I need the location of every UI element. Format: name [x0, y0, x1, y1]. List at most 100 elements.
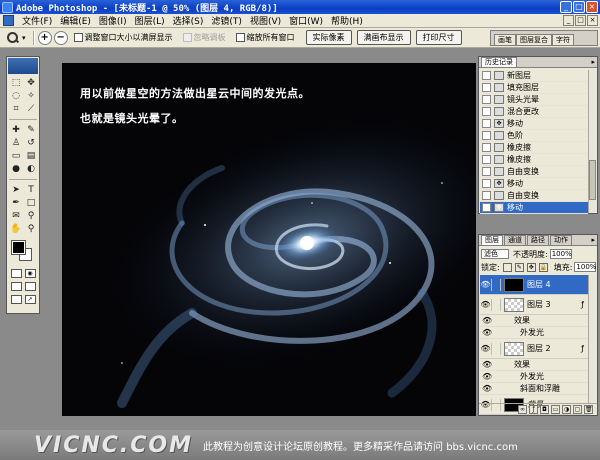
menu-file[interactable]: 文件(F) — [18, 14, 56, 27]
palette-well-tab-brushes[interactable]: 画笔 — [494, 34, 516, 45]
history-item[interactable]: 新图层 — [480, 70, 588, 82]
fit-screen-button[interactable]: 满画布显示 — [356, 30, 411, 45]
brush-link-icon[interactable] — [492, 278, 501, 291]
menu-select[interactable]: 选择(S) — [169, 14, 208, 27]
visibility-eye-icon[interactable]: 👁 — [480, 342, 492, 355]
pen-tool-icon[interactable]: ✒ — [9, 197, 23, 209]
history-brush-tool-icon[interactable]: ↺ — [24, 137, 38, 149]
history-checkbox[interactable] — [482, 95, 491, 104]
dodge-tool-icon[interactable]: ◐ — [24, 163, 38, 175]
magic-wand-tool-icon[interactable]: ✧ — [24, 90, 38, 102]
crop-tool-icon[interactable]: ⌗ — [9, 103, 23, 115]
palette-well-tab-character[interactable]: 字符 — [552, 34, 574, 45]
zoom-all-windows-checkbox[interactable]: 缩放所有窗口 — [235, 32, 295, 43]
menu-window[interactable]: 窗口(W) — [285, 14, 327, 27]
history-item[interactable]: ✥ 移动 — [480, 178, 588, 190]
gradient-tool-icon[interactable]: ▤ — [24, 150, 38, 162]
layer-effects-icon[interactable]: ƒ — [581, 344, 584, 353]
lock-position-icon[interactable]: ✥ — [526, 262, 536, 272]
quick-mask-mode-icon[interactable]: ◉ — [24, 269, 36, 278]
history-item[interactable]: 自由变换 — [480, 190, 588, 202]
link-cell[interactable] — [492, 298, 501, 311]
effect-eye-icon[interactable]: 👁 — [482, 372, 492, 381]
scrollbar-thumb[interactable] — [589, 160, 596, 200]
history-scrollbar[interactable] — [588, 70, 596, 213]
new-layer-icon[interactable]: ▢ — [573, 405, 582, 414]
history-checkbox[interactable] — [482, 83, 491, 92]
imageready-jump-icon[interactable]: ↗ — [24, 295, 36, 304]
history-item[interactable]: 橡皮擦 — [480, 142, 588, 154]
link-cell[interactable] — [492, 342, 501, 355]
healing-brush-tool-icon[interactable]: ✚ — [9, 124, 23, 136]
palette-menu-icon[interactable]: ▸ — [591, 58, 595, 66]
palette-well-tab-layer-comps[interactable]: 图层复合 — [516, 34, 552, 45]
new-adjustment-layer-icon[interactable]: ◑ — [562, 405, 571, 414]
screen-mode-standard-icon[interactable] — [10, 282, 22, 291]
doc-close-button[interactable]: × — [587, 15, 598, 26]
history-checkbox[interactable] — [482, 155, 491, 164]
add-layer-style-icon[interactable]: ƒ — [529, 405, 538, 414]
shape-tool-icon[interactable]: □ — [24, 197, 38, 209]
close-button[interactable]: × — [586, 1, 598, 13]
visibility-eye-icon[interactable]: 👁 — [480, 278, 492, 291]
tool-preset-dropdown-icon[interactable]: ▾ — [22, 34, 26, 42]
effect-eye-icon[interactable]: 👁 — [482, 328, 492, 337]
history-item[interactable]: 混合更改 — [480, 106, 588, 118]
menu-view[interactable]: 视图(V) — [246, 14, 285, 27]
layer2-effects-row[interactable]: 👁 效果 — [480, 359, 590, 371]
print-size-button[interactable]: 打印尺寸 — [415, 30, 462, 45]
eyedropper-tool-icon[interactable]: ⚲ — [24, 210, 38, 222]
move-tool-icon[interactable]: ✥ — [24, 77, 38, 89]
resize-windows-checkbox[interactable]: 调整窗口大小以满屏显示 — [73, 32, 173, 43]
tab-actions[interactable]: 动作 — [550, 235, 572, 245]
layer-row-layer3[interactable]: 👁 图层 3 ƒ — [480, 295, 590, 315]
actual-pixels-button[interactable]: 实际像素 — [305, 30, 352, 45]
document-canvas[interactable]: 用以前做星空的方法做出星云中间的发光点。 也就是镜头光晕了。 — [62, 63, 476, 416]
delete-layer-icon[interactable]: 🗑 — [584, 405, 593, 414]
clone-stamp-tool-icon[interactable]: ♙ — [9, 137, 23, 149]
new-group-icon[interactable]: ▭ — [551, 405, 560, 414]
maximize-button[interactable]: □ — [573, 1, 585, 13]
zoom-tool-icon[interactable]: ⚲ — [24, 223, 38, 235]
screen-mode-full-menu-icon[interactable] — [24, 282, 36, 291]
history-checkbox[interactable] — [482, 179, 491, 188]
layer-effects-icon[interactable]: ƒ — [581, 300, 584, 309]
tab-history[interactable]: 历史记录 — [481, 57, 517, 67]
opacity-input[interactable]: 100% — [549, 249, 572, 259]
layer2-outer-glow-row[interactable]: 👁 外发光 — [480, 371, 590, 383]
minimize-button[interactable]: _ — [560, 1, 572, 13]
history-item[interactable]: ✥ 移动 — [480, 118, 588, 130]
history-item[interactable]: 自由变换 — [480, 166, 588, 178]
slice-tool-icon[interactable]: ⟋ — [24, 103, 38, 115]
zoom-out-button[interactable]: − — [53, 30, 68, 45]
history-checkbox[interactable] — [482, 167, 491, 176]
history-checkbox[interactable] — [482, 143, 491, 152]
link-layers-icon[interactable]: ∞ — [518, 405, 527, 414]
zoom-in-button[interactable]: + — [37, 30, 52, 45]
standard-mode-icon[interactable] — [10, 269, 22, 278]
effects-eye-icon[interactable]: 👁 — [482, 316, 492, 325]
history-checkbox[interactable] — [482, 107, 491, 116]
history-item[interactable]: 橡皮擦 — [480, 154, 588, 166]
menu-image[interactable]: 图像(I) — [95, 14, 131, 27]
layer-row-layer4[interactable]: 👁 图层 4 — [480, 275, 590, 295]
layer3-effects-row[interactable]: 👁 效果 — [480, 315, 590, 327]
path-selection-tool-icon[interactable]: ➤ — [9, 184, 23, 196]
menu-filter[interactable]: 滤镜(T) — [207, 14, 246, 27]
blur-tool-icon[interactable]: ● — [9, 163, 23, 175]
tab-channels[interactable]: 通道 — [504, 235, 526, 245]
lock-transparency-icon[interactable] — [502, 262, 512, 272]
history-item[interactable]: 填充图层 — [480, 82, 588, 94]
layer-row-layer2[interactable]: 👁 图层 2 ƒ — [480, 339, 590, 359]
effects-eye-icon[interactable]: 👁 — [482, 360, 492, 369]
zoom-tool-icon[interactable] — [6, 31, 22, 45]
doc-minimize-button[interactable]: _ — [563, 15, 574, 26]
brush-tool-icon[interactable]: ✎ — [24, 124, 38, 136]
hand-tool-icon[interactable]: ✋ — [9, 223, 23, 235]
tab-paths[interactable]: 路径 — [527, 235, 549, 245]
history-checkbox[interactable] — [482, 191, 491, 200]
history-item-selected[interactable]: ✥ 移动 — [480, 202, 588, 214]
lock-image-icon[interactable]: ✎ — [514, 262, 524, 272]
history-checkbox[interactable] — [482, 71, 491, 80]
palette-menu-icon[interactable]: ▸ — [591, 236, 595, 244]
